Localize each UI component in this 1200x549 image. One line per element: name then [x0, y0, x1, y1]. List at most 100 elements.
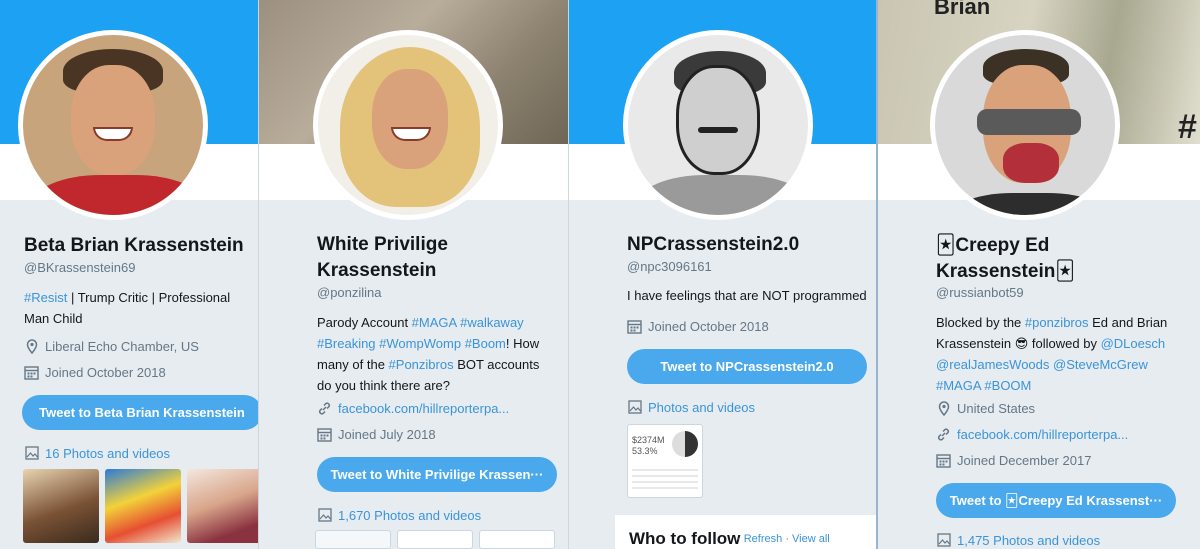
photos-icon [627, 400, 642, 415]
profile-location: United States [936, 401, 1036, 417]
photos-and-videos-link[interactable]: 16 Photos and videos [24, 446, 170, 461]
profile-joined: Joined October 2018 [24, 365, 166, 380]
profile-name[interactable]: White Privilige Krassenstein [317, 232, 557, 284]
profile-joined: Joined October 2018 [627, 319, 769, 334]
calendar-icon [936, 453, 951, 468]
media-thumbnail[interactable] [397, 530, 473, 549]
avatar-mouth [698, 127, 738, 133]
profile-handle[interactable]: @ponzilina [317, 285, 382, 300]
avatar-shirt [638, 175, 808, 215]
photos-label: 1,475 Photos and videos [957, 533, 1101, 548]
calendar-icon [24, 365, 39, 380]
bio-text: Blocked by the [936, 315, 1025, 330]
photos-icon [24, 446, 39, 461]
profile-joined: Joined July 2018 [317, 427, 436, 442]
avatar-mouth [1003, 143, 1059, 183]
who-to-follow-title: Who to follow [629, 529, 741, 548]
view-all-link[interactable]: View all [792, 533, 830, 545]
photos-label: Photos and videos [648, 400, 755, 415]
avatar-face [676, 65, 760, 175]
calendar-icon [317, 427, 332, 442]
media-thumbnail[interactable] [315, 530, 391, 549]
thumbnail-table [632, 465, 698, 493]
profile-website: facebook.com/hillreporterpa... [936, 427, 1128, 442]
banner-hashtag: # [1178, 108, 1197, 146]
joined-text: Joined October 2018 [45, 365, 166, 380]
tweet-to-button[interactable]: Tweet to NPCrassenstein2.0 [627, 349, 867, 384]
media-thumbnail[interactable] [479, 530, 555, 549]
bio-hashtag-resist[interactable]: #Resist [24, 290, 67, 305]
thumbnail-pie [672, 431, 698, 457]
photos-and-videos-link[interactable]: 1,670 Photos and videos [317, 508, 481, 523]
bio-mention[interactable]: @SteveMcGrew [1053, 357, 1148, 372]
profile-bio: Blocked by the #ponzibros Ed and Brian K… [936, 312, 1182, 396]
website-link[interactable]: facebook.com/hillreporterpa... [338, 401, 509, 416]
media-thumbnail[interactable] [23, 469, 99, 543]
bio-hashtag[interactable]: #MAGA [936, 378, 981, 393]
photos-icon [936, 533, 951, 548]
bio-mention[interactable]: @DLoesch [1101, 336, 1166, 351]
avatar-face [372, 69, 448, 169]
photos-and-videos-link[interactable]: 1,475 Photos and videos [936, 533, 1100, 548]
profile-card-beta-brian: Beta Brian Krassenstein @BKrassenstein69… [0, 0, 258, 549]
bio-hashtag[interactable]: #WompWomp [379, 336, 461, 351]
profile-card-npcrassenstein: NPCrassenstein2.0 @npc3096161 I have fee… [568, 0, 876, 549]
profile-handle[interactable]: @BKrassenstein69 [24, 260, 135, 275]
thumbnail-text: $2374M [632, 435, 665, 445]
profile-website: facebook.com/hillreporterpa... [317, 401, 509, 416]
bio-hashtag[interactable]: #MAGA [412, 315, 457, 330]
media-thumbnail[interactable] [187, 469, 258, 543]
thumbnail-text: 53.3% [632, 446, 658, 456]
bio-hashtag[interactable]: #BOOM [984, 378, 1031, 393]
tweet-to-button[interactable]: Tweet to 🃏Creepy Ed Krassenst··· [936, 483, 1176, 518]
tweet-to-button[interactable]: Tweet to White Privilige Krassen··· [317, 457, 557, 492]
profile-name-line2[interactable]: Krassenstein🃏 [936, 259, 1075, 285]
joined-text: Joined July 2018 [338, 427, 436, 442]
link-icon [317, 401, 332, 416]
photos-label: 1,670 Photos and videos [338, 508, 482, 523]
joined-text: Joined December 2017 [957, 453, 1092, 468]
bio-hashtag[interactable]: #walkaway [460, 315, 524, 330]
profile-handle[interactable]: @russianbot59 [936, 285, 1024, 300]
who-to-follow-module: Who to follow · Refresh · View all [615, 514, 876, 549]
bio-hashtag[interactable]: #ponzibros [1025, 315, 1089, 330]
profile-avatar[interactable] [313, 30, 503, 220]
joined-text: Joined October 2018 [648, 319, 769, 334]
profile-avatar[interactable] [930, 30, 1120, 220]
banner-text: Brian [934, 0, 991, 19]
refresh-link[interactable]: Refresh [744, 533, 783, 545]
profile-bio: Parody Account #MAGA #walkaway #Breaking… [317, 312, 557, 396]
photos-icon [317, 508, 332, 523]
profile-joined: Joined December 2017 [936, 453, 1091, 468]
location-text: Liberal Echo Chamber, US [45, 339, 199, 354]
profile-name[interactable]: Beta Brian Krassenstein [24, 233, 244, 259]
bio-hashtag[interactable]: #Breaking [317, 336, 376, 351]
bio-text: Parody Account [317, 315, 412, 330]
tweet-to-button[interactable]: Tweet to Beta Brian Krassenstein [22, 395, 258, 430]
website-link[interactable]: facebook.com/hillreporterpa... [957, 427, 1128, 442]
photos-and-videos-link[interactable]: Photos and videos [627, 400, 755, 415]
avatar-shirt [33, 175, 203, 215]
who-to-follow-links: · Refresh · View all [737, 533, 830, 545]
location-pin-icon [936, 401, 951, 417]
avatar-sunglasses [977, 109, 1081, 135]
profile-handle[interactable]: @npc3096161 [627, 259, 712, 274]
profile-avatar[interactable] [623, 30, 813, 220]
media-thumbnail[interactable] [105, 469, 181, 543]
link-icon [936, 427, 951, 442]
media-thumbnail[interactable]: $2374M 53.3% [627, 424, 703, 498]
profile-location: Liberal Echo Chamber, US [24, 339, 199, 355]
bio-text: I have feelings that are NOT programmed [627, 288, 867, 303]
bio-mention[interactable]: @realJamesWoods [936, 357, 1049, 372]
profile-avatar[interactable] [18, 30, 208, 220]
profile-name[interactable]: NPCrassenstein2.0 [627, 232, 799, 258]
profile-card-white-privilige: White Privilige Krassenstein @ponzilina … [258, 0, 568, 549]
location-text: United States [957, 401, 1036, 416]
bio-hashtag[interactable]: #Ponzibros [389, 357, 454, 372]
avatar-face [71, 65, 155, 175]
profile-bio: #Resist | Trump Critic | Professional Ma… [24, 287, 256, 329]
profile-bio: I have feelings that are NOT programmed [627, 285, 867, 306]
bio-hashtag[interactable]: #Boom [465, 336, 506, 351]
calendar-icon [627, 319, 642, 334]
profile-name[interactable]: 🃏Creepy Ed [936, 233, 1049, 259]
